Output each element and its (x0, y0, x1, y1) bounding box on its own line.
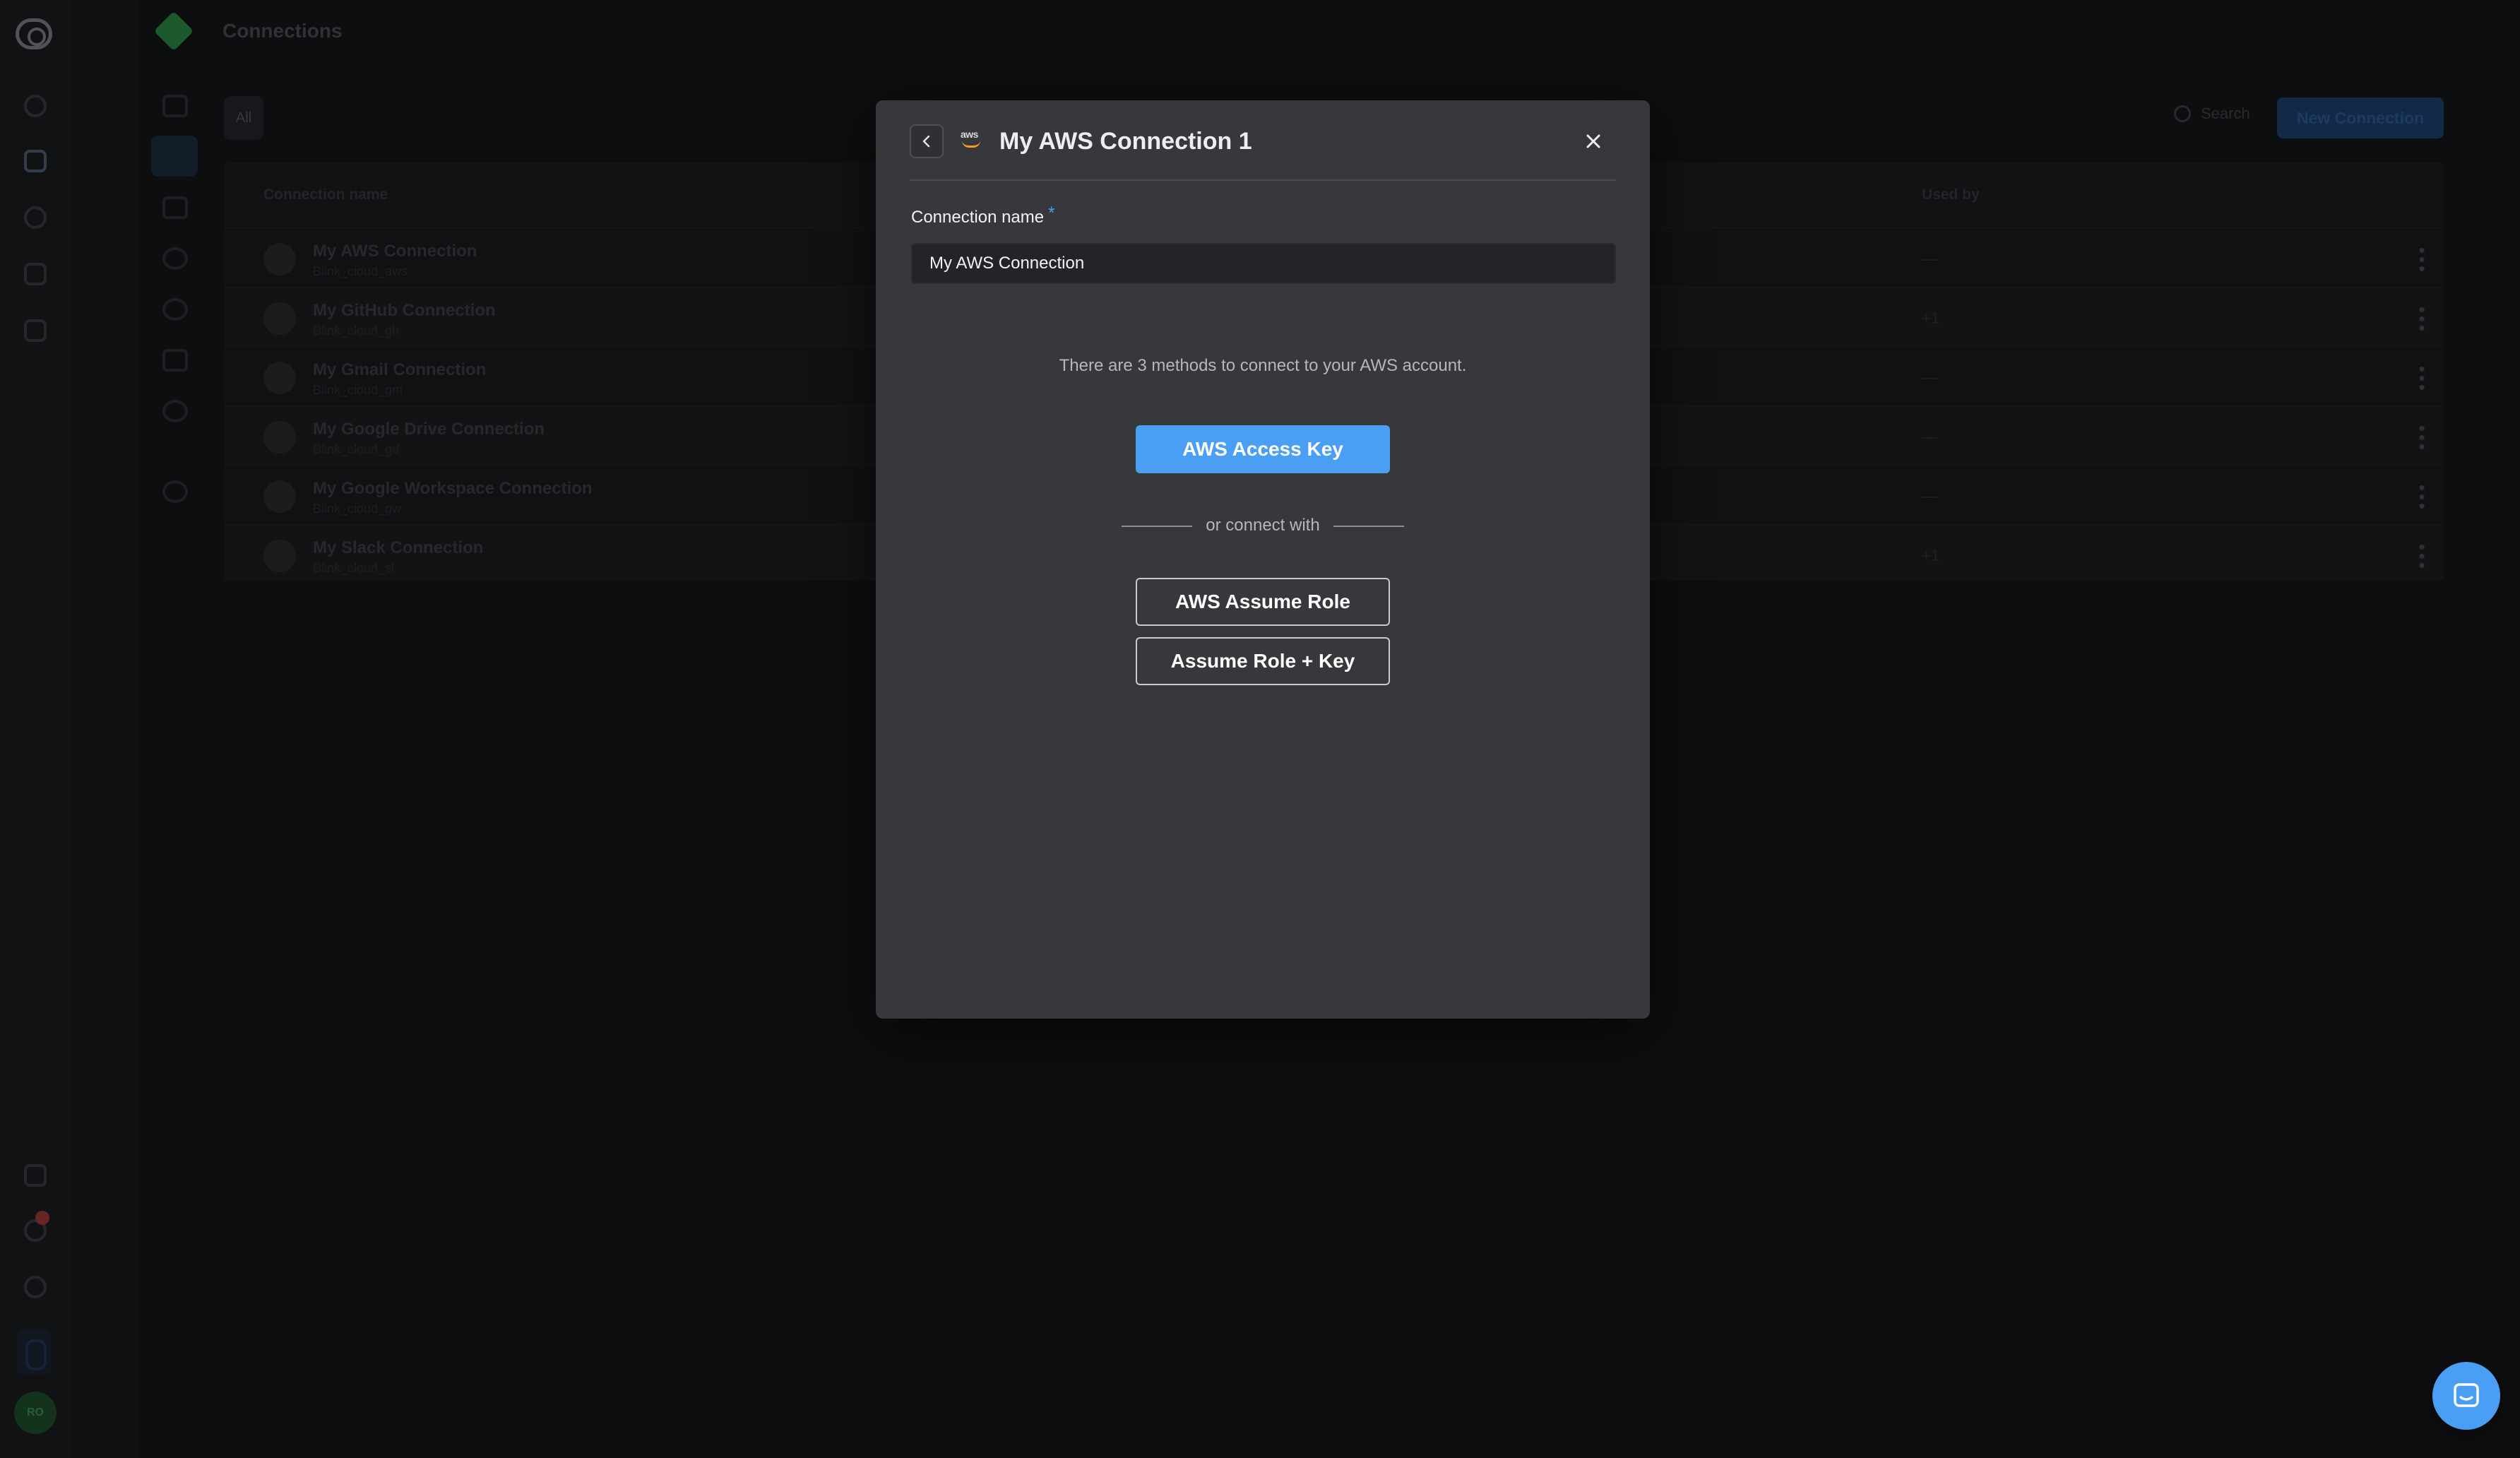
required-asterisk: * (1048, 203, 1055, 223)
header-divider (910, 179, 1616, 181)
chat-launcher-button[interactable] (2432, 1362, 2500, 1430)
chat-icon (2454, 1383, 2479, 1407)
or-divider: or connect with (1122, 514, 1404, 537)
connection-name-label: Connection name * (911, 203, 1055, 227)
app-root: RO Connections All Search New Connection… (0, 0, 2520, 1458)
close-button[interactable] (1579, 127, 1607, 155)
methods-info-text: There are 3 methods to connect to your A… (1059, 356, 1467, 375)
aws-access-key-button[interactable]: AWS Access Key (1136, 425, 1390, 473)
aws-logo-icon: aws (959, 129, 985, 151)
assume-role-key-button[interactable]: Assume Role + Key (1136, 637, 1390, 685)
modal-title: My AWS Connection 1 (999, 128, 1252, 155)
chevron-left-icon (922, 135, 930, 148)
connection-modal: aws My AWS Connection 1 Connection name *… (876, 100, 1650, 1019)
close-icon (1586, 134, 1600, 148)
connection-name-input[interactable] (911, 243, 1616, 284)
back-button[interactable] (910, 124, 944, 158)
aws-assume-role-button[interactable]: AWS Assume Role (1136, 578, 1390, 626)
